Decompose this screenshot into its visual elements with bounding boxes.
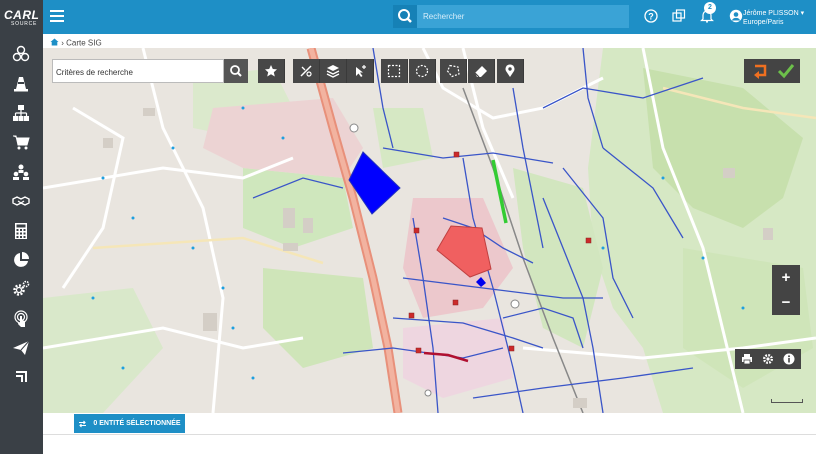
zoom-out-button[interactable]: −: [772, 290, 800, 315]
circle-icon: [415, 64, 429, 78]
zoom-control: + −: [772, 265, 800, 315]
search-icon: [230, 65, 242, 77]
star-icon: [265, 65, 277, 77]
criteria-search-placeholder: Critères de recherche: [56, 68, 133, 77]
validate-check-icon[interactable]: [776, 61, 796, 81]
undo-icon[interactable]: [750, 61, 770, 81]
cone-icon[interactable]: [12, 75, 30, 93]
eraser-icon: [474, 66, 487, 78]
info-icon[interactable]: [783, 353, 795, 365]
select-tool[interactable]: [347, 59, 374, 83]
snapping-tool[interactable]: [293, 59, 320, 83]
global-search[interactable]: Rechercher: [393, 5, 629, 28]
criteria-search-input[interactable]: Critères de recherche: [52, 59, 224, 83]
polygon-icon: [446, 64, 460, 78]
search-icon[interactable]: [393, 5, 417, 28]
help-icon[interactable]: ?: [644, 9, 658, 23]
layers-icon: [326, 65, 340, 78]
svg-text:?: ?: [648, 12, 654, 22]
layers-tool[interactable]: [320, 59, 347, 83]
scale-bar: [771, 399, 803, 403]
map-view[interactable]: [43, 48, 816, 413]
divider: [43, 434, 816, 435]
selected-entities-label: 0 ENTITÉ SÉLECTIONNÉE: [93, 420, 181, 427]
hierarchy-icon[interactable]: [12, 104, 30, 122]
windows-icon[interactable]: [672, 9, 686, 23]
user-name: Jérôme PLISSON: [743, 10, 799, 17]
touch-icon[interactable]: [12, 310, 30, 328]
user-menu[interactable]: Jérôme PLISSON ▾ Europe/Paris: [743, 9, 804, 27]
handshake-icon[interactable]: [12, 192, 30, 210]
polygon-select-tool[interactable]: [440, 59, 467, 83]
user-timezone: Europe/Paris: [743, 19, 784, 26]
breadcrumb: › Carte SIG: [50, 38, 102, 48]
logo-subtext: SOURCE: [11, 21, 38, 27]
cursor-add-icon: [356, 65, 366, 77]
search-input[interactable]: Rechercher: [423, 12, 464, 21]
zoom-in-button[interactable]: +: [772, 265, 800, 290]
team-icon[interactable]: [12, 163, 30, 181]
circle-select-tool[interactable]: [409, 59, 436, 83]
sidebar: [0, 34, 43, 454]
locate-tool[interactable]: [497, 59, 524, 83]
carl-source-logo[interactable]: CARL SOURCE: [0, 0, 43, 34]
components-icon[interactable]: [12, 45, 30, 63]
map-tools: [735, 349, 801, 369]
eraser-tool[interactable]: [468, 59, 495, 83]
calculator-icon[interactable]: [12, 222, 30, 240]
print-icon[interactable]: [741, 353, 753, 365]
exit-icon[interactable]: [12, 368, 30, 386]
rectangle-select-tool[interactable]: [381, 59, 408, 83]
notifications-badge: 2: [704, 2, 716, 14]
map-marker-icon: [505, 64, 515, 77]
chevron-down-icon: ▾: [800, 10, 805, 17]
cart-icon[interactable]: [12, 133, 30, 151]
settings-gear-icon[interactable]: [762, 353, 774, 365]
settings-icon[interactable]: [12, 280, 30, 298]
edit-actions: [744, 59, 800, 83]
pie-chart-icon[interactable]: [12, 251, 30, 269]
snapping-icon: [300, 65, 312, 77]
rectangle-icon: [387, 64, 401, 78]
send-icon[interactable]: [12, 339, 30, 357]
criteria-search-button[interactable]: [224, 59, 248, 83]
favorites-tool[interactable]: [258, 59, 285, 83]
map-canvas[interactable]: [43, 48, 816, 413]
breadcrumb-current: Carte SIG: [66, 38, 102, 48]
logo-text: CARL: [4, 8, 40, 22]
menu-toggle-icon[interactable]: [50, 10, 64, 22]
home-icon[interactable]: [50, 38, 59, 48]
breadcrumb-separator: ›: [61, 38, 64, 48]
selected-entities-button[interactable]: 0 ENTITÉ SÉLECTIONNÉE: [74, 414, 185, 433]
swap-arrows-icon: [79, 420, 87, 427]
user-avatar-icon[interactable]: [729, 9, 743, 23]
top-bar: CARL SOURCE Rechercher ? 2 Jérôme PLISSO…: [0, 0, 816, 34]
